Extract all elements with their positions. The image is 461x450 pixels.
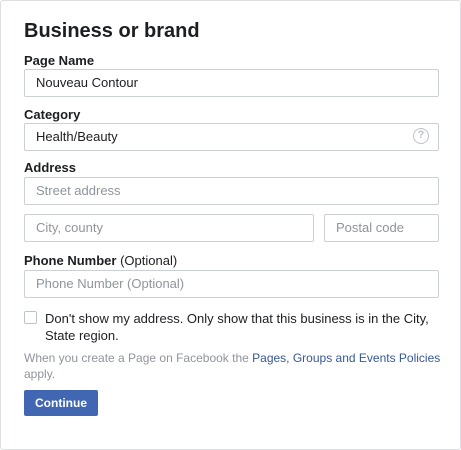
dialog-title: Business or brand — [24, 20, 200, 42]
page-name-input[interactable]: Nouveau Contour — [24, 69, 439, 97]
category-value: Health/Beauty — [36, 129, 118, 144]
hide-address-label[interactable]: Don't show my address. Only show that th… — [45, 310, 445, 344]
policy-prefix: When you create a Page on Facebook the — [24, 351, 253, 365]
address-label: Address — [24, 160, 77, 175]
page-name-label: Page Name — [24, 53, 95, 68]
policies-link[interactable]: Pages, Groups and Events Policies — [252, 351, 440, 365]
phone-optional-text: (Optional) — [120, 253, 178, 268]
business-or-brand-card: Business or brand Page Name Nouveau Cont… — [0, 0, 461, 450]
street-address-input[interactable]: Street address — [24, 177, 439, 205]
category-input[interactable]: Health/Beauty ? — [24, 123, 439, 151]
phone-number-label: Phone Number (Optional) — [24, 253, 177, 268]
city-county-input[interactable]: City, county — [24, 214, 314, 242]
phone-number-input[interactable]: Phone Number (Optional) — [24, 270, 439, 298]
postal-code-input[interactable]: Postal code — [324, 214, 439, 242]
question-mark-icon[interactable]: ? — [413, 128, 429, 144]
policy-suffix: apply. — [24, 367, 56, 381]
hide-address-checkbox[interactable] — [24, 311, 37, 324]
category-label: Category — [24, 107, 81, 122]
phone-number-label-text: Phone Number — [24, 253, 117, 268]
continue-button[interactable]: Continue — [24, 390, 98, 416]
policy-notice: When you create a Page on Facebook the P… — [24, 350, 444, 382]
